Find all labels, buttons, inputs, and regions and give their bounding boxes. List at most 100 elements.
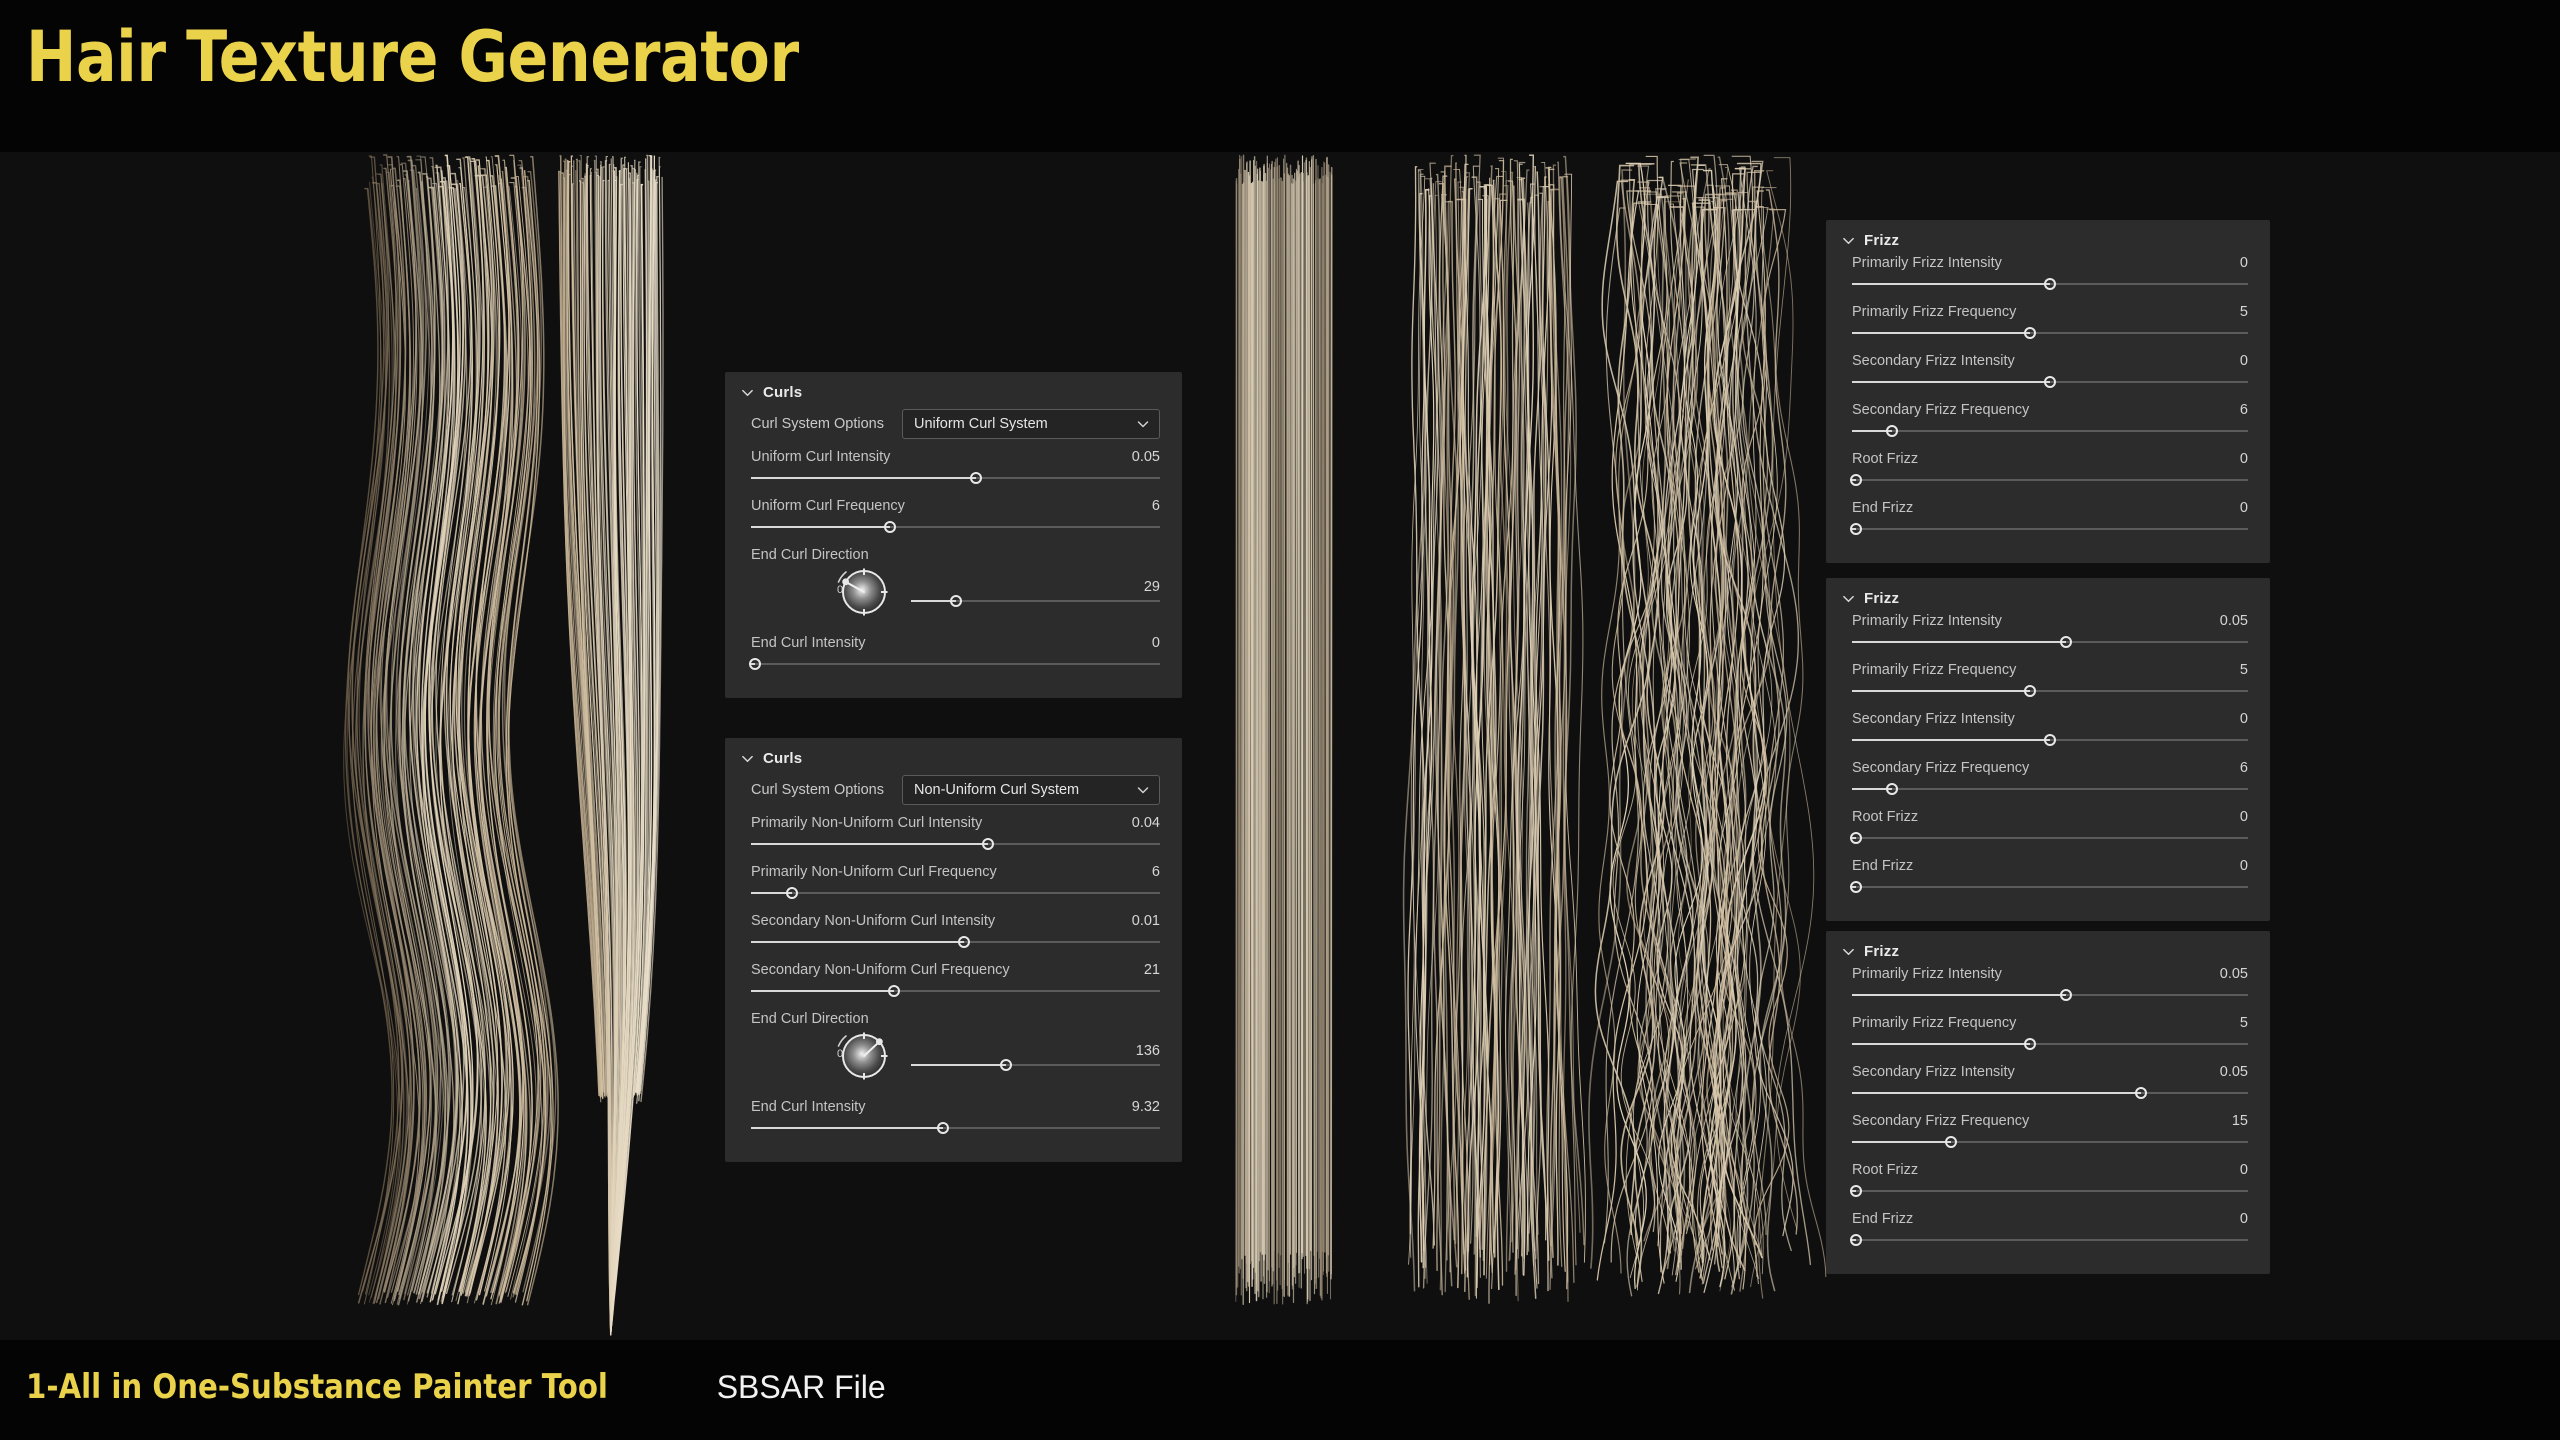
param-label: Secondary Frizz Frequency [1852,760,2030,776]
slider-fill [911,1064,1006,1066]
slider-knob[interactable] [1849,832,1862,844]
slider-knob[interactable] [1849,523,1862,535]
slider-knob[interactable] [2044,734,2056,746]
heavy-frizz-preview [1588,154,1827,1305]
dial-slider[interactable] [911,1057,1160,1073]
slider-knob[interactable] [982,838,995,850]
param-row: End Frizz 0 [1849,1211,2248,1248]
param-label: Root Frizz [1852,451,1919,467]
slider-knob[interactable] [1885,783,1898,795]
slider[interactable] [1852,1085,2248,1101]
tapered-curl-preview [545,154,685,1336]
slider-knob[interactable] [2059,989,2072,1001]
slider[interactable] [1852,423,2248,439]
param-value: 0 [2239,858,2248,874]
param-value: 6 [2239,402,2248,418]
slider-knob[interactable] [949,595,962,607]
slider-knob[interactable] [937,1122,950,1134]
param-label: Primarily Frizz Frequency [1852,304,2017,320]
dial-area: 0 29 [751,561,1160,631]
slider-knob[interactable] [1849,881,1862,893]
param-label: Secondary Frizz Frequency [1852,402,2030,418]
slider[interactable] [749,656,1160,672]
slider[interactable] [1852,374,2248,390]
curl-sliders: Uniform Curl Intensity 0.05 Uniform Curl… [751,449,1160,535]
slider-knob[interactable] [884,521,897,533]
slider-track [751,892,1160,894]
slider[interactable] [1852,1036,2248,1052]
slider[interactable] [751,934,1160,950]
slider[interactable] [1852,325,2248,341]
slider-knob[interactable] [2044,278,2056,290]
slider-knob[interactable] [2044,376,2056,388]
slider-knob[interactable] [2024,1038,2037,1050]
end-curl-direction-control: End Curl Direction [751,547,1160,631]
slider[interactable] [1852,781,2248,797]
slider[interactable] [1852,1134,2248,1150]
slider-knob[interactable] [1849,1185,1862,1197]
curls-panel-non-uniform: Curls Curl System Options Non-Uniform Cu… [725,738,1182,1162]
slider[interactable] [751,983,1160,999]
slider[interactable] [751,470,1160,486]
slider[interactable] [1849,830,2248,846]
rotation-dial-icon[interactable]: 0 [835,1027,893,1085]
curls-panel-header[interactable]: Curls [725,372,1182,407]
slider[interactable] [751,1120,1160,1136]
slider[interactable] [1849,1232,2248,1248]
slider[interactable] [1849,472,2248,488]
slider-knob[interactable] [1849,474,1862,486]
param-header: End Frizz 0 [1852,858,2248,874]
param-header: Primarily Frizz Intensity 0.05 [1852,966,2248,982]
slider-track [1852,1239,2248,1241]
chevron-down-icon[interactable] [1842,945,1855,958]
param-row: Primarily Non-Uniform Curl Frequency 6 [751,864,1160,901]
slider-knob[interactable] [1885,425,1898,437]
frizz-panel-header[interactable]: Frizz [1826,220,2270,255]
slider[interactable] [1852,634,2248,650]
param-value: 0 [2239,1162,2248,1178]
slider-knob[interactable] [785,887,798,899]
slider-knob[interactable] [749,658,762,670]
slider[interactable] [1852,276,2248,292]
slider-knob[interactable] [2135,1087,2148,1099]
curl-system-options-select[interactable]: Non-Uniform Curl System [901,775,1160,805]
slider-fill [751,477,976,479]
frizz-panel-header[interactable]: Frizz [1826,578,2270,613]
param-header: Primarily Frizz Frequency 5 [1852,662,2248,678]
rotation-dial-icon[interactable]: 0 [835,563,893,621]
param-value: 0 [2239,809,2248,825]
slider[interactable] [1852,987,2248,1003]
chevron-down-icon[interactable] [1842,592,1855,605]
dial-slider[interactable] [911,593,1160,609]
frizz-panel-header[interactable]: Frizz [1826,931,2270,966]
slider-knob[interactable] [1849,1234,1862,1246]
slider[interactable] [751,836,1160,852]
slider-knob[interactable] [2024,685,2037,697]
chevron-down-icon[interactable] [741,752,754,765]
slider[interactable] [1849,879,2248,895]
curl-system-options-select[interactable]: Uniform Curl System [901,409,1160,439]
slider-knob[interactable] [2059,636,2072,648]
slider-knob[interactable] [2024,327,2037,339]
slider-knob[interactable] [1945,1136,1957,1148]
curls-panel-header[interactable]: Curls [725,738,1182,773]
slider[interactable] [751,885,1160,901]
slider-knob[interactable] [969,472,982,484]
slider-track [1852,528,2248,530]
slider[interactable] [1852,732,2248,748]
slider[interactable] [1849,1183,2248,1199]
param-value: 6 [2239,760,2248,776]
slider-knob[interactable] [999,1059,1012,1071]
slider[interactable] [1852,683,2248,699]
slider[interactable] [751,519,1160,535]
slider-knob[interactable] [888,985,901,997]
slider[interactable] [1849,521,2248,537]
param-row: End Frizz 0 [1849,858,2248,895]
chevron-down-icon[interactable] [741,386,754,399]
chevron-down-icon[interactable] [1842,234,1855,247]
param-value: 0.05 [2219,1064,2248,1080]
slider-fill [751,526,891,528]
param-label: Secondary Frizz Intensity [1852,1064,2015,1080]
slider-knob[interactable] [957,936,970,948]
frizz-panel-1: Frizz Primarily Frizz Intensity 0 Primar… [1826,220,2270,563]
